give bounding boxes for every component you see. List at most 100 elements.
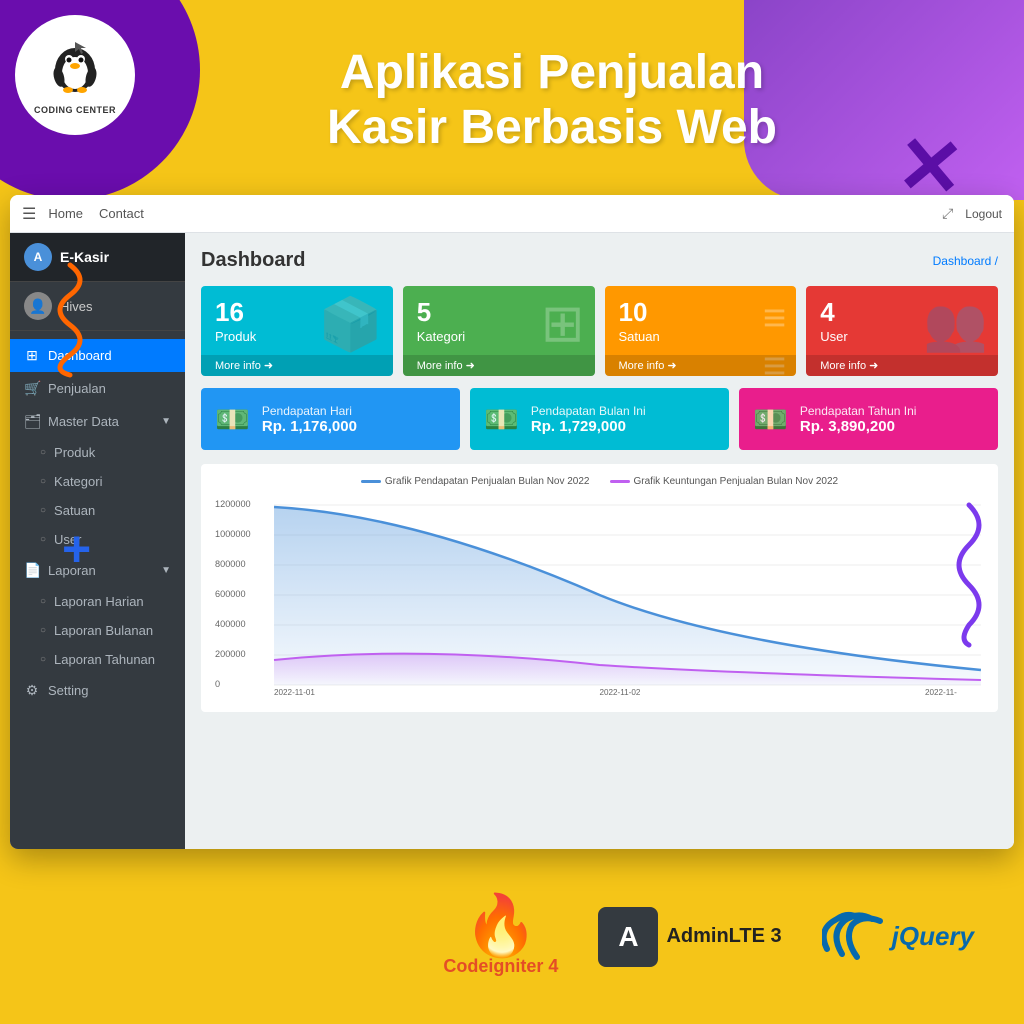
masterdata-label: Master Data [48,414,119,429]
logout-button[interactable]: Logout [965,207,1002,221]
flame-icon: 🔥 [464,896,539,956]
sidebar-sub-laporan-bulanan[interactable]: ○ Laporan Bulanan [10,616,185,645]
sidebar-section-laporan[interactable]: 📄 Laporan ▼ [10,554,185,587]
sub-laporan-harian-icon: ○ [40,596,46,607]
sub-laporan-harian-label: Laporan Harian [54,594,144,609]
chart-svg: 1200000 1000000 800000 600000 400000 200… [213,495,986,695]
satuan-label: Satuan [619,329,783,344]
satuan-number: 10 [619,298,783,327]
legend-profit-color [610,480,630,483]
penjualan-label: Penjualan [48,381,106,396]
sub-satuan-icon: ○ [40,505,46,516]
svg-text:800000: 800000 [215,559,246,569]
sub-laporan-bulanan-icon: ○ [40,625,46,636]
masterdata-icon: 🗂 [24,413,40,430]
penguin-icon [48,35,103,105]
svg-text:1200000: 1200000 [215,499,251,509]
sub-laporan-tahunan-icon: ○ [40,654,46,665]
main-title: Aplikasi Penjualan Kasir Berbasis Web [327,45,777,155]
svg-text:400000: 400000 [215,619,246,629]
legend-sales-label: Grafik Pendapatan Penjualan Bulan Nov 20… [385,476,590,487]
sub-user-icon: ○ [40,534,46,545]
navbar-links: Home Contact [48,206,144,221]
breadcrumb: Dashboard / [933,254,998,268]
sub-kategori-icon: ○ [40,476,46,487]
produk-more-info[interactable]: More info ➜ [201,355,393,376]
penjualan-icon: 🛒 [24,380,40,397]
user-bg-icon: 👥 [923,294,988,355]
bottom-branding: 🔥 Codeigniter 4 A AdminLTE 3 jQuery [0,849,1024,1024]
laporan-icon: 📄 [24,562,40,579]
header-area: CODING CENTER Aplikasi Penjualan Kasir B… [0,0,1024,200]
stat-card-produk: 16 Produk 📦 More info ➜ [201,286,393,376]
svg-text:600000: 600000 [215,589,246,599]
kategori-more-info[interactable]: More info ➜ [403,355,595,376]
revenue-tahun-amount: Rp. 3,890,200 [800,418,917,435]
app-body: A E-Kasir 👤 Hives ⊞ Dashboard 🛒 Penjuala… [10,233,1014,849]
brand-jquery: jQuery [822,909,974,964]
squiggle-purple-decoration [944,500,994,650]
jquery-label: jQuery [892,921,974,952]
stat-card-kategori: 5 Kategori ⊞ More info ➜ [403,286,595,376]
stat-cards: 16 Produk 📦 More info ➜ 5 Kategori ⊞ Mor… [201,286,998,376]
kategori-bg-icon: ⊞ [541,294,585,354]
jquery-logo-svg [822,909,892,964]
sub-produk-label: Produk [54,445,95,460]
produk-bg-icon: 📦 [318,294,383,355]
chart-legend: Grafik Pendapatan Penjualan Bulan Nov 20… [213,476,986,487]
content-header: Dashboard Dashboard / [201,249,998,272]
adminlte-label: AdminLTE 3 [666,925,781,948]
sidebar-sub-satuan[interactable]: ○ Satuan [10,496,185,525]
legend-sales-color [361,480,381,483]
main-content: Dashboard Dashboard / 16 Produk 📦 More i… [185,233,1014,849]
squiggle-orange-decoration [40,260,100,380]
navbar-right: ⤢ Logout [942,205,1002,222]
sub-produk-icon: ○ [40,447,46,458]
title-line2: Kasir Berbasis Web [327,100,777,155]
revenue-bulan-info: Pendapatan Bulan Ini Rp. 1,729,000 [531,404,646,435]
svg-text:200000: 200000 [215,649,246,659]
revenue-card-tahun: 💵 Pendapatan Tahun Ini Rp. 3,890,200 [739,388,998,450]
stat-card-user: 4 User 👥 More info ➜ [806,286,998,376]
laporan-chevron: ▼ [161,565,171,576]
sidebar-sub-laporan-harian[interactable]: ○ Laporan Harian [10,587,185,616]
revenue-hari-icon: 💵 [215,403,250,436]
chart-container: Grafik Pendapatan Penjualan Bulan Nov 20… [201,464,998,712]
satuan-more-info[interactable]: More info ➜ [605,355,797,376]
sub-kategori-label: Kategori [54,474,102,489]
expand-icon[interactable]: ⤢ [942,205,953,222]
svg-text:1000000: 1000000 [215,529,251,539]
sidebar-sub-user[interactable]: ○ User [10,525,185,554]
svg-text:2022-11-: 2022-11- [925,688,957,695]
legend-profit-label: Grafik Keuntungan Penjualan Bulan Nov 20… [634,476,839,487]
revenue-tahun-icon: 💵 [753,403,788,436]
stat-card-satuan: 10 Satuan ≡≡≡ More info ➜ [605,286,797,376]
revenue-tahun-title: Pendapatan Tahun Ini [800,404,917,418]
revenue-hari-info: Pendapatan Hari Rp. 1,176,000 [262,404,357,435]
logo-text: CODING CENTER [34,105,116,115]
sidebar-sub-kategori[interactable]: ○ Kategori [10,467,185,496]
top-navbar: ☰ Home Contact ⤢ Logout [10,195,1014,233]
sidebar-item-setting[interactable]: ⚙ Setting [10,674,185,707]
sidebar-nav: ⊞ Dashboard 🛒 Penjualan 🗂 Master Data ▼ … [10,331,185,849]
logo-circle: CODING CENTER [15,15,135,135]
legend-profit: Grafik Keuntungan Penjualan Bulan Nov 20… [610,476,839,487]
navbar-contact-link[interactable]: Contact [99,206,144,221]
sidebar-sub-laporan-tahunan[interactable]: ○ Laporan Tahunan [10,645,185,674]
title-line1: Aplikasi Penjualan [327,45,777,100]
masterdata-chevron: ▼ [161,416,171,427]
revenue-bulan-amount: Rp. 1,729,000 [531,418,646,435]
svg-text:0: 0 [215,679,220,689]
revenue-bulan-icon: 💵 [484,403,519,436]
navbar-home-link[interactable]: Home [48,206,83,221]
brand-adminlte: A AdminLTE 3 [598,907,781,967]
sub-laporan-bulanan-label: Laporan Bulanan [54,623,153,638]
revenue-hari-title: Pendapatan Hari [262,404,357,418]
user-more-info[interactable]: More info ➜ [806,355,998,376]
adminlte-logo-icon: A [598,907,658,967]
sidebar-section-masterdata[interactable]: 🗂 Master Data ▼ [10,405,185,438]
revenue-hari-amount: Rp. 1,176,000 [262,418,357,435]
setting-label: Setting [48,683,88,698]
hamburger-button[interactable]: ☰ [22,204,36,224]
sidebar-sub-produk[interactable]: ○ Produk [10,438,185,467]
